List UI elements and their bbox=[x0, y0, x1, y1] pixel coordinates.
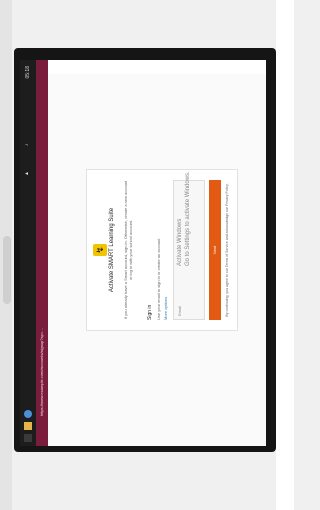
more-options-link[interactable]: More options bbox=[163, 297, 168, 320]
watermark-line2: Go to Settings to activate Windows. bbox=[185, 171, 191, 266]
right-margin bbox=[276, 0, 294, 510]
address-bar[interactable]: https://www.example.com/accounts/signup?… bbox=[36, 60, 48, 446]
section-title: Sign in bbox=[147, 304, 153, 320]
page-description: If you already have a Smart account, sig… bbox=[123, 180, 133, 320]
taskbar-time: 05:18 bbox=[25, 66, 31, 79]
rotated-screen-content: ▲ ♪ 05:18 https://www.example.com/accoun… bbox=[20, 60, 266, 446]
browser-page-area: https://www.example.com/accounts/signup?… bbox=[36, 60, 266, 446]
volume-icon[interactable]: ♪ bbox=[24, 144, 30, 147]
taskbar-browser-icon[interactable] bbox=[24, 410, 32, 418]
windows-watermark: Activate Windows Go to Settings to activ… bbox=[176, 106, 236, 266]
section-note: Use your email to sign in or create an a… bbox=[156, 238, 161, 320]
start-icon[interactable] bbox=[24, 434, 32, 442]
windows-taskbar: ▲ ♪ 05:18 bbox=[20, 60, 36, 446]
watermark-line1: Activate Windows bbox=[177, 218, 183, 266]
network-icon[interactable]: ▲ bbox=[24, 171, 30, 176]
page-title: Activate SMART Learning Suite bbox=[109, 207, 115, 293]
smart-logo-icon: ↯ bbox=[93, 244, 107, 256]
scroll-handle[interactable] bbox=[3, 236, 11, 304]
taskbar-app-icon[interactable] bbox=[24, 422, 32, 430]
device-screen: ▲ ♪ 05:18 https://www.example.com/accoun… bbox=[20, 60, 266, 446]
left-strip bbox=[0, 0, 12, 510]
